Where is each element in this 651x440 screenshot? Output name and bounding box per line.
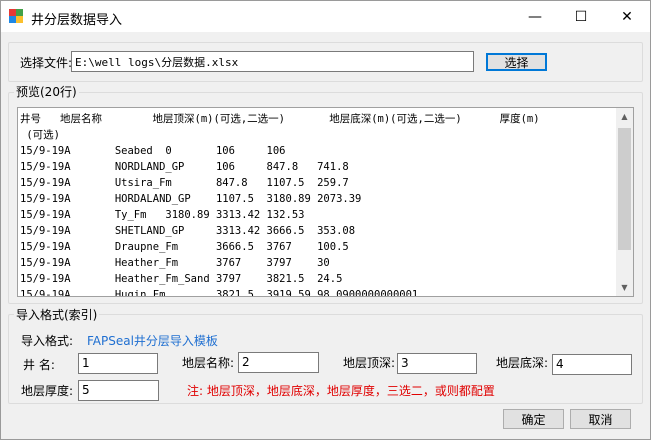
ok-button[interactable]: 确定 <box>503 409 564 429</box>
select-file-button[interactable]: 选择 <box>486 53 547 71</box>
import-format-label: 导入格式: <box>21 334 74 348</box>
close-icon: ✕ <box>621 8 633 25</box>
cancel-button[interactable]: 取消 <box>570 409 631 429</box>
preview-textbox[interactable]: 井号 地层名称 地层顶深(m)(可选,二选一) 地层底深(m)(可选,二选一) … <box>17 107 634 297</box>
minimize-icon: — <box>528 8 542 25</box>
well-name-label: 井 名: <box>23 358 55 372</box>
bottom-depth-input[interactable]: 4 <box>552 354 632 375</box>
top-depth-input[interactable]: 3 <box>397 353 477 374</box>
bottom-depth-label: 地层底深: <box>496 356 549 370</box>
layer-name-label: 地层名称: <box>182 356 235 370</box>
preview-vertical-scrollbar[interactable]: ▲ ▼ <box>616 108 633 296</box>
config-hint: 注: 地层顶深，地层底深，地层厚度，三选二，或则都配置 <box>187 384 495 398</box>
thickness-input[interactable]: 5 <box>78 380 159 401</box>
close-button[interactable]: ✕ <box>604 1 650 32</box>
well-name-input[interactable]: 1 <box>78 353 158 374</box>
maximize-button[interactable]: ☐ <box>558 1 604 32</box>
window-title: 井分层数据导入 <box>31 13 123 28</box>
preview-group-title: 预览(20行) <box>14 83 79 100</box>
layer-name-input[interactable]: 2 <box>238 352 319 373</box>
select-file-label: 选择文件: <box>20 56 73 70</box>
file-path-input[interactable]: E:\well logs\分层数据.xlsx <box>71 51 474 72</box>
import-dialog-window: 井分层数据导入 — ☐ ✕ 选择文件: E:\well logs\分层数据.xl… <box>0 0 651 440</box>
preview-content: 井号 地层名称 地层顶深(m)(可选,二选一) 地层底深(m)(可选,二选一) … <box>20 113 540 297</box>
scroll-thumb[interactable] <box>618 128 631 250</box>
thickness-label: 地层厚度: <box>21 384 74 398</box>
maximize-icon: ☐ <box>574 8 588 25</box>
title-bar[interactable]: 井分层数据导入 — ☐ ✕ <box>1 1 650 32</box>
minimize-button[interactable]: — <box>512 1 558 32</box>
scroll-up-icon[interactable]: ▲ <box>616 108 633 125</box>
app-icon <box>9 9 23 23</box>
top-depth-label: 地层顶深: <box>343 356 396 370</box>
template-link[interactable]: FAPSeal井分层导入模板 <box>87 332 218 349</box>
scroll-down-icon[interactable]: ▼ <box>616 279 633 296</box>
import-format-group-title: 导入格式(索引) <box>14 306 100 323</box>
